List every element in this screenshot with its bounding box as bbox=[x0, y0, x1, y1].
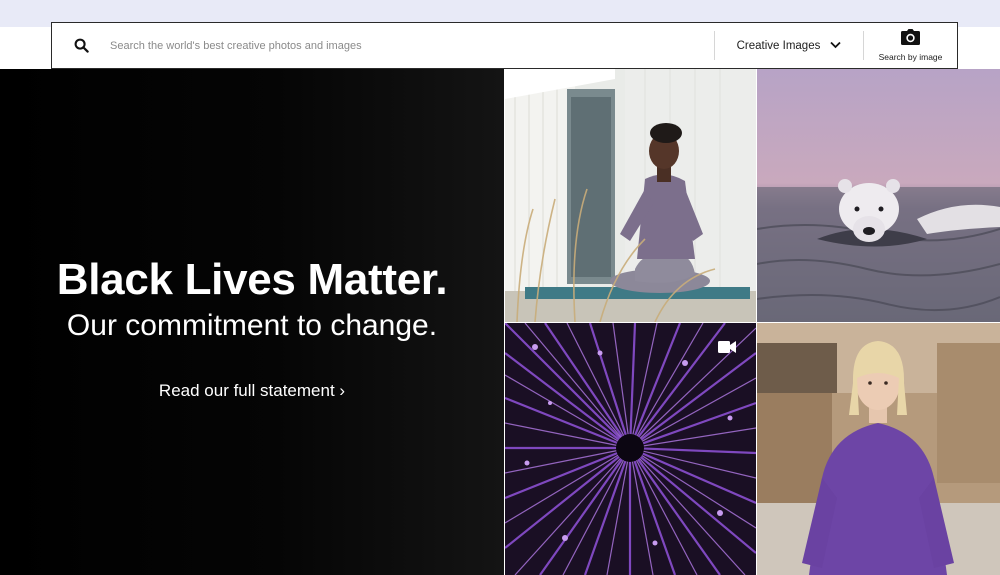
hero-subtitle: Our commitment to change. bbox=[66, 309, 438, 342]
search-by-image-button[interactable]: Search by image bbox=[864, 23, 957, 68]
read-statement-link[interactable]: Read our full statement › bbox=[159, 381, 345, 401]
meditation-photo[interactable] bbox=[505, 69, 756, 322]
search-icon[interactable] bbox=[52, 23, 110, 68]
chevron-down-icon bbox=[830, 40, 841, 52]
image-type-selected: Creative Images bbox=[736, 39, 821, 52]
camera-icon bbox=[901, 29, 920, 50]
video-camera-icon bbox=[718, 341, 736, 353]
polar-bear-photo[interactable] bbox=[757, 69, 1000, 322]
search-input[interactable] bbox=[110, 23, 714, 68]
purple-burst-video[interactable] bbox=[505, 323, 756, 575]
image-type-dropdown[interactable]: Creative Images bbox=[715, 23, 863, 68]
woman-purple-sweater-photo[interactable] bbox=[757, 323, 1000, 575]
hero-title: Black Lives Matter. bbox=[56, 255, 448, 304]
search-bar: Creative Images Search by image bbox=[51, 22, 958, 69]
search-by-image-label: Search by image bbox=[878, 52, 943, 62]
hero-banner: Black Lives Matter. Our commitment to ch… bbox=[0, 69, 504, 575]
